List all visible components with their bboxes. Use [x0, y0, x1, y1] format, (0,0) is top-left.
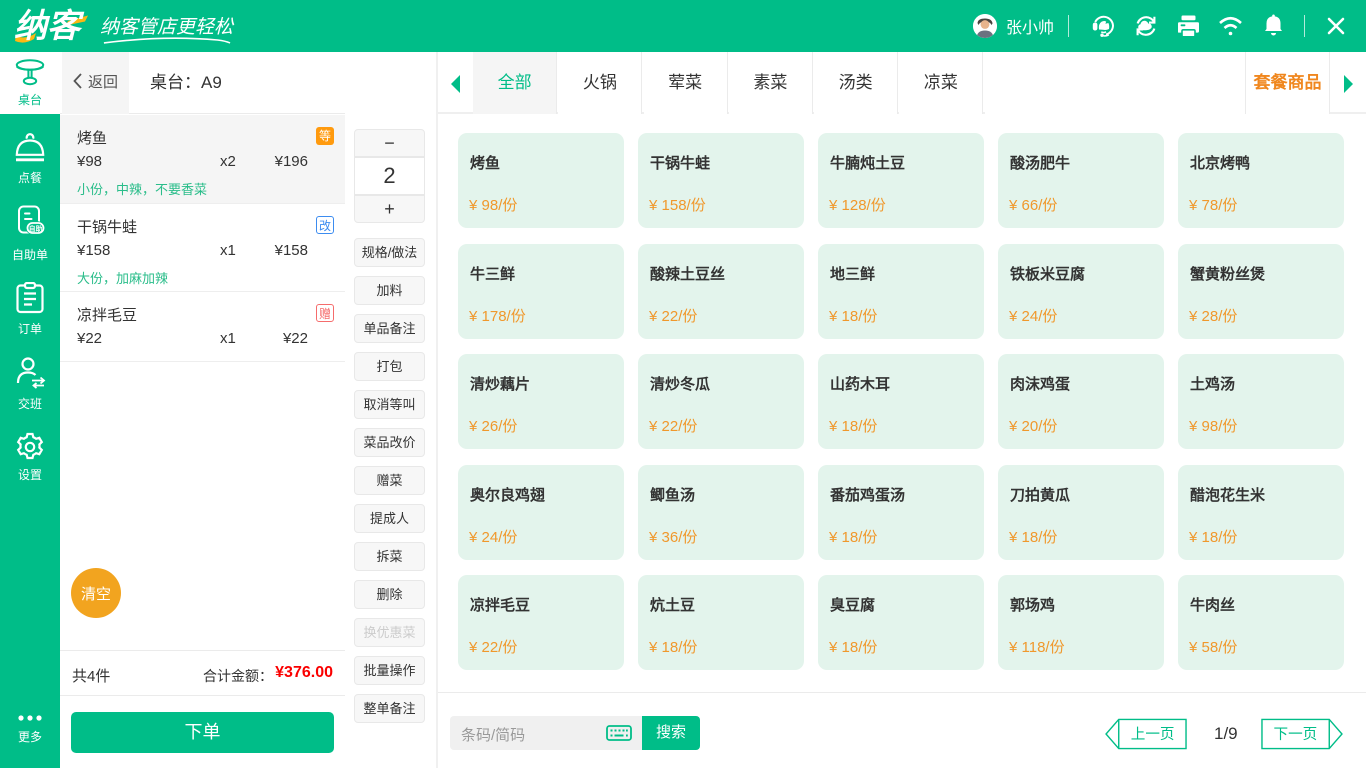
svg-text:纳客: 纳客: [14, 7, 85, 44]
svg-text:自助: 自助: [29, 224, 43, 233]
svg-text:上一页: 上一页: [1131, 726, 1175, 743]
svg-text:下一页: 下一页: [1274, 727, 1318, 743]
